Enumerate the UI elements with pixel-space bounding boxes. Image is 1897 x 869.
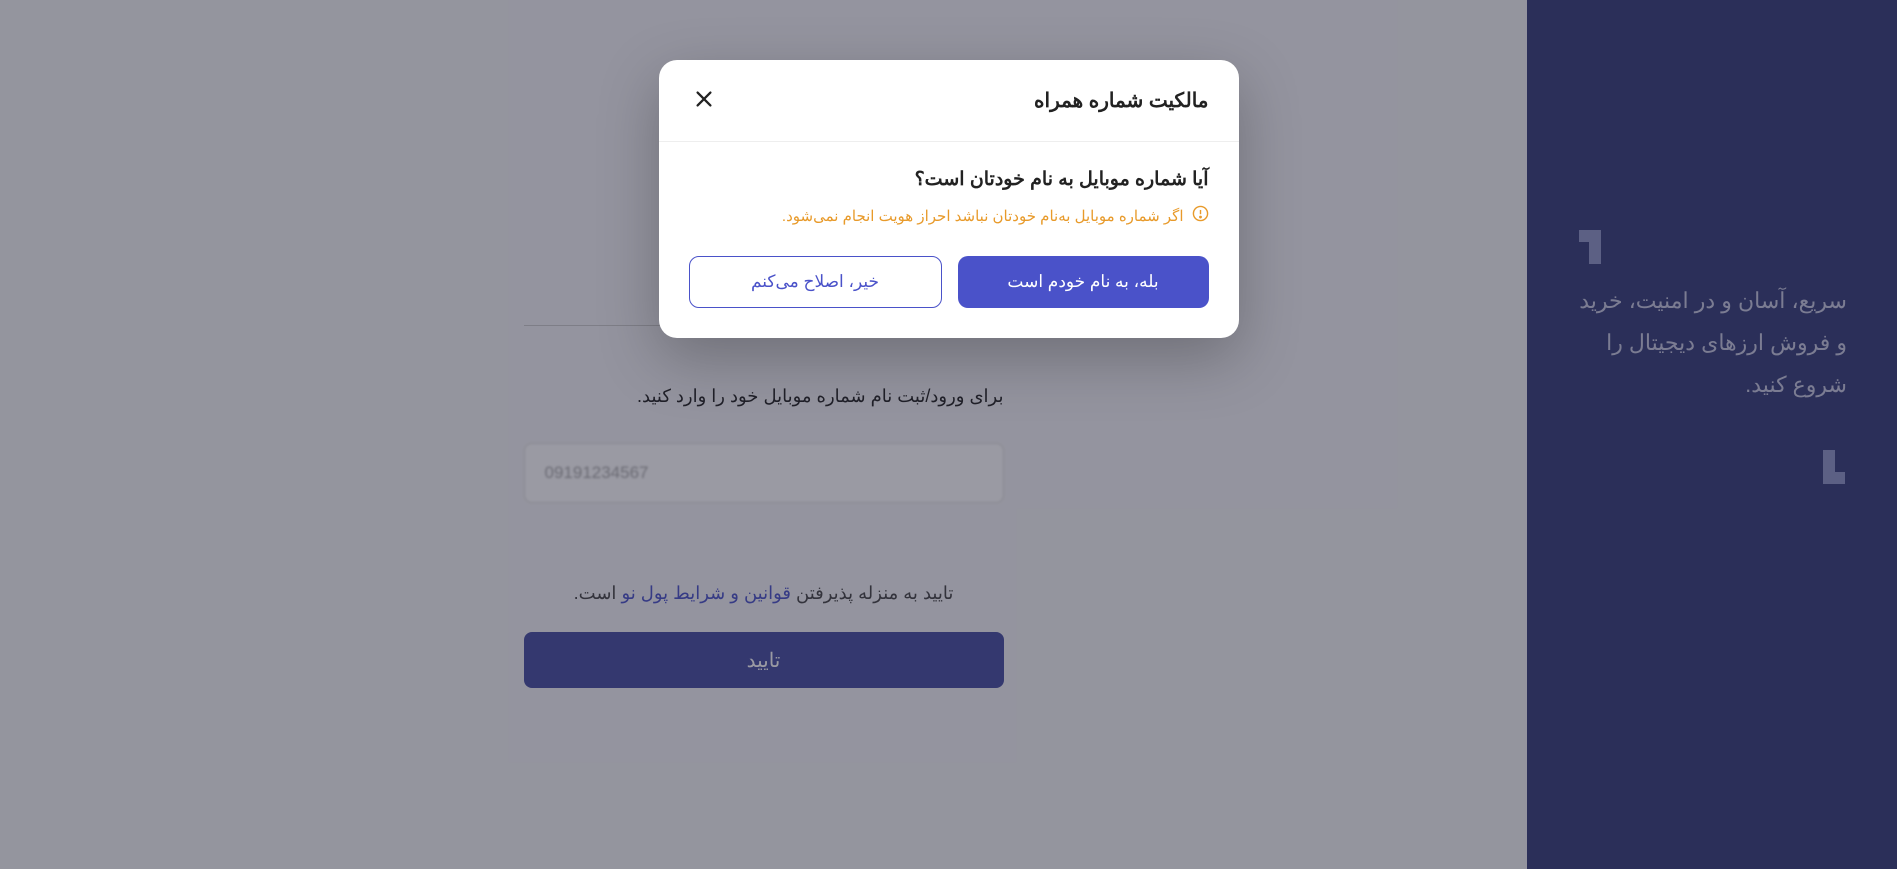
confirm-button[interactable]: بله، به نام خودم است bbox=[958, 256, 1209, 308]
modal-warning-text: اگر شماره موبایل به‌نام خودتان نباشد احر… bbox=[782, 207, 1184, 225]
modal-body: آیا شماره موبایل به نام خودتان است؟ اگر … bbox=[659, 142, 1239, 338]
modal-overlay[interactable]: مالکیت شماره همراه آیا شماره موبایل به ن… bbox=[0, 0, 1897, 869]
close-icon bbox=[693, 98, 715, 113]
ownership-modal: مالکیت شماره همراه آیا شماره موبایل به ن… bbox=[659, 60, 1239, 338]
modal-title: مالکیت شماره همراه bbox=[1034, 88, 1208, 113]
modal-header: مالکیت شماره همراه bbox=[659, 60, 1239, 142]
modal-close-button[interactable] bbox=[689, 84, 719, 117]
modal-actions: بله، به نام خودم است خیر، اصلاح می‌کنم bbox=[689, 256, 1209, 308]
modal-question: آیا شماره موبایل به نام خودتان است؟ bbox=[689, 168, 1209, 191]
info-icon bbox=[1192, 205, 1209, 226]
modal-warning-row: اگر شماره موبایل به‌نام خودتان نباشد احر… bbox=[689, 205, 1209, 226]
cancel-button[interactable]: خیر، اصلاح می‌کنم bbox=[689, 256, 942, 308]
